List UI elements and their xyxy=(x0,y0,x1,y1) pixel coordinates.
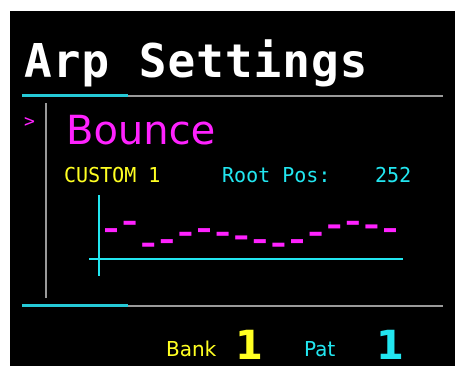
arp-step-marker xyxy=(365,224,378,229)
arp-step-marker xyxy=(160,239,173,244)
bank-value[interactable]: 1 xyxy=(235,323,263,366)
arp-pattern-chart xyxy=(89,195,403,276)
arp-step-marker xyxy=(142,242,155,247)
arp-step-marker xyxy=(216,231,229,236)
arp-step-marker xyxy=(235,235,248,240)
arp-step-marker xyxy=(105,228,117,233)
arp-step-marker xyxy=(309,231,322,236)
arp-step-marker xyxy=(253,239,266,244)
arp-step-marker xyxy=(346,220,359,225)
footer-accent-bar xyxy=(22,304,128,307)
arp-step-marker xyxy=(179,231,192,236)
arp-step-marker xyxy=(291,239,303,244)
arp-step-marker xyxy=(328,224,341,229)
pat-value[interactable]: 1 xyxy=(376,323,404,366)
pat-label: Pat xyxy=(304,337,336,361)
arp-step-marker xyxy=(198,228,210,233)
arp-step-marker xyxy=(272,242,285,247)
arp-step-marker xyxy=(123,220,136,225)
device-screen: Arp Settings > Bounce CUSTOM 1 Root Pos:… xyxy=(10,11,455,366)
footer-divider xyxy=(128,305,443,307)
arp-step-marker xyxy=(384,228,396,233)
bank-label: Bank xyxy=(166,337,217,361)
